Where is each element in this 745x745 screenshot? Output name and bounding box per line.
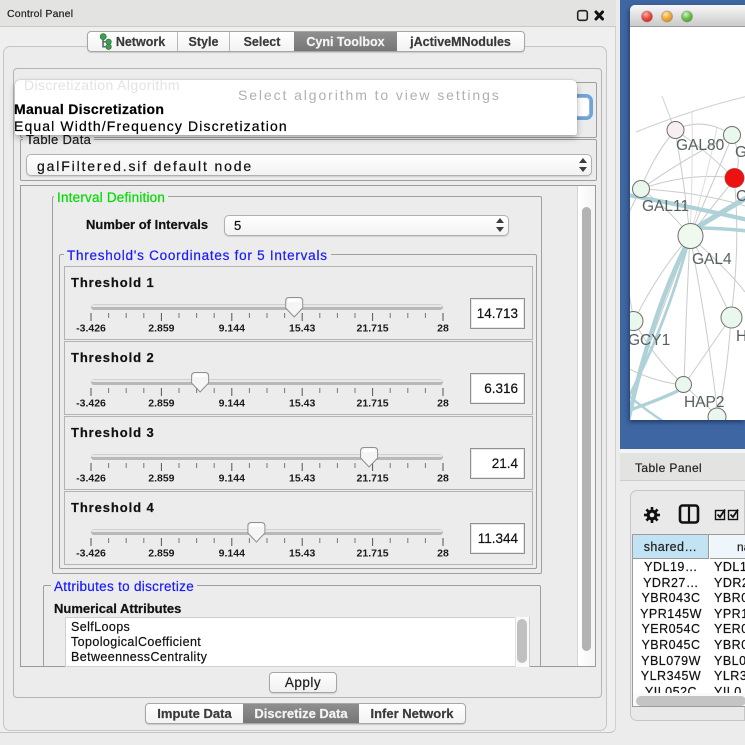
svg-text:-3.426: -3.426 [76,398,106,410]
svg-text:-3.426: -3.426 [76,548,106,560]
svg-text:GA: GA [735,144,745,161]
svg-text:21.715: 21.715 [357,473,389,485]
svg-text:9.144: 9.144 [219,398,245,410]
svg-text:9.144: 9.144 [219,473,245,485]
svg-text:GAL4: GAL4 [692,251,732,268]
svg-text:15.43: 15.43 [289,398,315,410]
svg-text:2.859: 2.859 [148,323,174,335]
svg-text:CY: CY [736,188,745,205]
svg-text:9.144: 9.144 [219,323,245,335]
svg-text:9.144: 9.144 [219,548,245,560]
svg-text:2.859: 2.859 [148,473,174,485]
svg-text:21.715: 21.715 [357,548,389,560]
svg-text:-3.426: -3.426 [76,323,106,335]
svg-text:GAL11: GAL11 [642,198,689,215]
svg-text:2.859: 2.859 [148,548,174,560]
svg-text:15.43: 15.43 [289,548,315,560]
svg-text:-3.426: -3.426 [76,473,106,485]
svg-text:21.715: 21.715 [357,398,389,410]
svg-text:21.715: 21.715 [357,323,389,335]
svg-text:2.859: 2.859 [148,398,174,410]
svg-text:28: 28 [437,473,449,485]
svg-text:28: 28 [437,548,449,560]
svg-text:GAL80: GAL80 [676,137,725,154]
svg-text:15.43: 15.43 [289,323,315,335]
svg-text:15.43: 15.43 [289,473,315,485]
svg-text:HAP2: HAP2 [684,394,725,411]
svg-text:28: 28 [437,323,449,335]
svg-text:HI: HI [736,328,745,345]
svg-text:28: 28 [437,398,449,410]
svg-text:GCY1: GCY1 [630,332,670,349]
